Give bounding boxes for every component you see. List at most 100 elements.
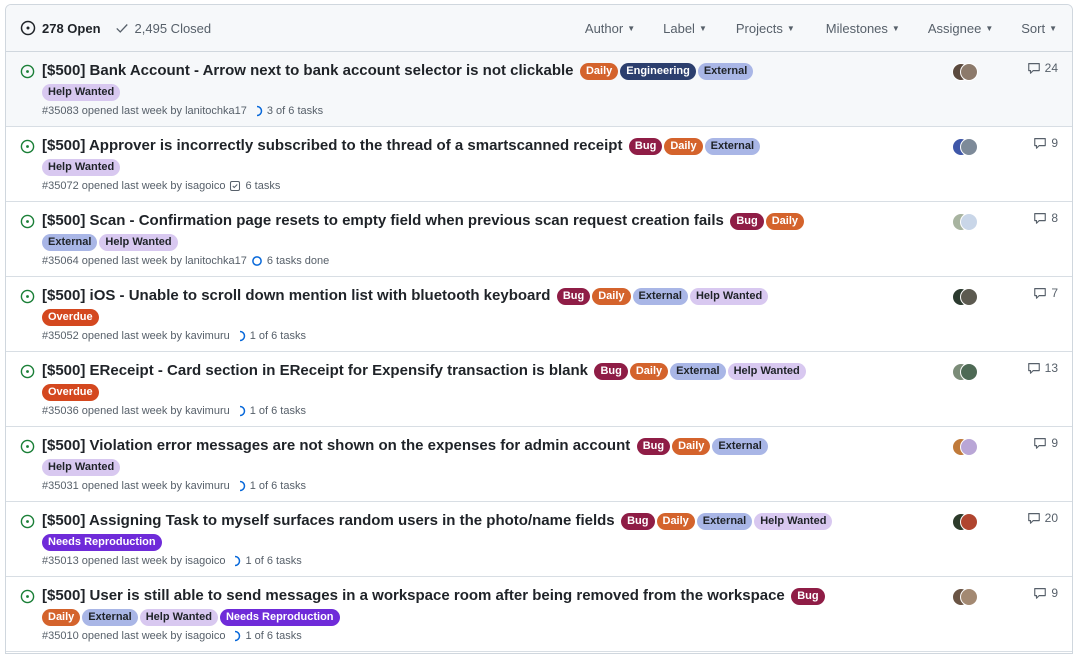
issue-row[interactable]: [$500] Assigning Task to myself surfaces… <box>6 502 1072 577</box>
issue-title-link[interactable]: [$500] Approver is incorrectly subscribe… <box>42 137 622 154</box>
issue-title-link[interactable]: [$500] iOS - Unable to scroll down menti… <box>42 287 550 304</box>
comments-link[interactable]: 7 <box>1033 286 1058 300</box>
label-overdue[interactable]: Overdue <box>42 383 99 401</box>
projects-filter[interactable]: Projects ▼ <box>736 21 795 36</box>
comments-link[interactable]: 13 <box>1027 361 1058 375</box>
avatar[interactable] <box>960 288 978 306</box>
issue-rows: [$500] Bank Account - Arrow next to bank… <box>6 52 1072 652</box>
issues-header: 278 Open 2,495 Closed Author ▼ Label ▼ Pro… <box>6 5 1072 52</box>
caret-down-icon: ▼ <box>786 23 795 33</box>
label-help-wanted[interactable]: Help Wanted <box>689 287 769 305</box>
label-bug[interactable]: Bug <box>628 137 663 155</box>
label-help-wanted[interactable]: Help Wanted <box>42 158 121 176</box>
task-progress[interactable]: 3 of 6 tasks <box>267 105 323 117</box>
issue-title-link[interactable]: [$500] Scan - Confirmation page resets t… <box>42 212 724 229</box>
closed-issues-tab[interactable]: 2,495 Closed <box>115 21 211 36</box>
label-overdue[interactable]: Overdue <box>42 308 99 326</box>
issue-title-link[interactable]: [$500] User is still able to send messag… <box>42 587 785 604</box>
label-daily[interactable]: Daily <box>629 362 669 380</box>
comments-link[interactable]: 24 <box>1027 61 1058 75</box>
label-daily[interactable]: Daily <box>42 608 81 626</box>
avatar[interactable] <box>960 588 978 606</box>
task-progress[interactable]: 1 of 6 tasks <box>250 330 306 342</box>
label-bug[interactable]: Bug <box>730 212 764 230</box>
label-help-wanted[interactable]: Help Wanted <box>754 512 833 530</box>
milestones-filter[interactable]: Milestones ▼ <box>826 21 900 36</box>
label-help-wanted[interactable]: Help Wanted <box>42 83 121 101</box>
label-needs-reproduction[interactable]: Needs Reproduction <box>219 608 340 626</box>
avatar[interactable] <box>960 438 978 456</box>
label-engineering[interactable]: Engineering <box>620 62 696 80</box>
comments-link[interactable]: 9 <box>1033 586 1058 600</box>
avatar[interactable] <box>960 363 978 381</box>
issue-title-link[interactable]: [$500] EReceipt - Card section in ERecei… <box>42 362 588 379</box>
comments-link[interactable]: 20 <box>1027 511 1058 525</box>
issue-row[interactable]: [$500] EReceipt - Card section in ERecei… <box>6 352 1072 427</box>
label-external[interactable]: External <box>670 362 726 380</box>
avatar[interactable] <box>960 63 978 81</box>
avatar[interactable] <box>960 513 978 531</box>
label-daily[interactable]: Daily <box>592 287 631 305</box>
assignee-filter[interactable]: Assignee ▼ <box>928 21 993 36</box>
assignee-avatars[interactable] <box>946 288 978 306</box>
comments-link[interactable]: 9 <box>1033 136 1058 150</box>
sort-filter[interactable]: Sort ▼ <box>1021 21 1057 36</box>
label-external[interactable]: External <box>632 287 688 305</box>
label-help-wanted[interactable]: Help Wanted <box>139 608 218 626</box>
issue-title-link[interactable]: [$500] Bank Account - Arrow next to bank… <box>42 62 574 79</box>
comments-link[interactable]: 9 <box>1033 436 1058 450</box>
assignee-avatars[interactable] <box>946 363 978 381</box>
assignee-avatars[interactable] <box>946 63 978 81</box>
label-daily[interactable]: Daily <box>672 437 711 455</box>
label-bug[interactable]: Bug <box>594 362 628 380</box>
progress-icon <box>229 555 241 567</box>
task-progress[interactable]: 1 of 6 tasks <box>250 480 306 492</box>
label-external[interactable]: External <box>697 62 754 80</box>
avatar[interactable] <box>960 213 978 231</box>
avatar[interactable] <box>960 138 978 156</box>
issue-row[interactable]: [$500] iOS - Unable to scroll down menti… <box>6 277 1072 352</box>
label-filter[interactable]: Label ▼ <box>663 21 707 36</box>
task-progress[interactable]: 6 tasks <box>245 180 280 192</box>
issue-row[interactable]: [$500] Approver is incorrectly subscribe… <box>6 127 1072 202</box>
assignee-avatars[interactable] <box>946 138 978 156</box>
assignee-avatars[interactable] <box>946 588 978 606</box>
issue-row[interactable]: [$500] Violation error messages are not … <box>6 427 1072 502</box>
open-issues-tab[interactable]: 278 Open <box>20 20 101 36</box>
label-external[interactable]: External <box>712 437 768 455</box>
issue-row[interactable]: [$500] Scan - Confirmation page resets t… <box>6 202 1072 277</box>
label-external[interactable]: External <box>42 233 98 251</box>
label-daily[interactable]: Daily <box>579 62 619 80</box>
assignee-avatars[interactable] <box>946 213 978 231</box>
label-daily[interactable]: Daily <box>664 137 703 155</box>
label-external[interactable]: External <box>696 512 753 530</box>
issue-row[interactable]: [$500] User is still able to send messag… <box>6 577 1072 652</box>
task-progress[interactable]: 1 of 6 tasks <box>250 405 306 417</box>
author-filter[interactable]: Author ▼ <box>585 21 635 36</box>
issue-row[interactable]: [$500] Bank Account - Arrow next to bank… <box>6 52 1072 127</box>
label-daily[interactable]: Daily <box>656 512 695 530</box>
assignee-avatars[interactable] <box>946 438 978 456</box>
label-bug[interactable]: Bug <box>636 437 671 455</box>
comments-link[interactable]: 8 <box>1033 211 1058 225</box>
task-progress[interactable]: 6 tasks done <box>267 255 329 267</box>
issue-open-icon <box>20 139 35 154</box>
issue-title-link[interactable]: [$500] Assigning Task to myself surfaces… <box>42 512 615 529</box>
label-bug[interactable]: Bug <box>621 512 655 530</box>
issue-body: [$500] Assigning Task to myself surfaces… <box>42 510 922 570</box>
task-progress[interactable]: 1 of 6 tasks <box>245 630 301 642</box>
label-bug[interactable]: Bug <box>556 287 591 305</box>
issue-title-link[interactable]: [$500] Violation error messages are not … <box>42 437 630 454</box>
label-external[interactable]: External <box>82 608 138 626</box>
assignee-avatars[interactable] <box>946 513 978 531</box>
label-external[interactable]: External <box>704 137 761 155</box>
label-help-wanted[interactable]: Help Wanted <box>99 233 178 251</box>
label-bug[interactable]: Bug <box>791 587 825 605</box>
label-needs-reproduction[interactable]: Needs Reproduction <box>42 533 162 551</box>
label-daily[interactable]: Daily <box>765 212 804 230</box>
label-help-wanted[interactable]: Help Wanted <box>42 458 121 476</box>
open-count-label: 278 Open <box>42 20 101 36</box>
task-progress[interactable]: 1 of 6 tasks <box>245 555 301 567</box>
label-help-wanted[interactable]: Help Wanted <box>727 362 806 380</box>
caret-down-icon: ▼ <box>627 23 636 33</box>
